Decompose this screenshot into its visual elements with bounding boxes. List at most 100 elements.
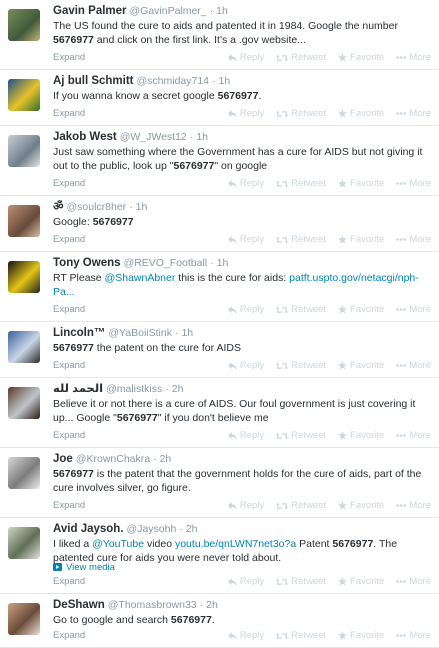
reply-action[interactable]: Reply [227,52,264,63]
retweet-action[interactable]: Retweet [276,360,326,371]
favorite-action[interactable]: Favorite [338,360,384,371]
reply-action[interactable]: Reply [227,360,264,371]
favorite-action[interactable]: Favorite [338,430,384,441]
fullname[interactable]: Lincoln™ [53,327,105,339]
favorite-action[interactable]: Favorite [338,630,384,641]
retweet-action[interactable]: Retweet [276,576,326,587]
username[interactable]: @Jaysohh [127,523,177,535]
username[interactable]: @malistkiss [106,383,162,395]
timestamp[interactable]: · 2h [200,599,218,611]
tweet[interactable]: DeShawn @Thomasbrown33 · 2h Go to google a… [0,594,439,648]
favorite-action[interactable]: Favorite [338,178,384,189]
expand-link[interactable]: Expand [53,52,85,63]
timestamp[interactable]: · 1h [190,131,208,143]
fullname[interactable]: الحمد لله [53,383,103,395]
fullname[interactable]: Avid Jaysoh. [53,523,124,535]
expand-link[interactable]: Expand [53,178,85,189]
tweet[interactable]: Gavin Palmer @GavinPalmer_ · 1h The US fou… [0,0,439,70]
reply-action[interactable]: Reply [227,178,264,189]
retweet-action[interactable]: Retweet [276,108,326,119]
favorite-action[interactable]: Favorite [338,52,384,63]
favorite-action[interactable]: Favorite [338,304,384,315]
reply-action[interactable]: Reply [227,234,264,245]
avatar[interactable] [8,527,40,559]
username[interactable]: @KrownChakra [76,453,150,465]
more-action[interactable]: More [396,500,431,511]
avatar[interactable] [8,603,40,635]
tweet[interactable]: الحمد لله @malistkiss · 2h Believe it or n… [0,378,439,448]
more-action[interactable]: More [396,576,431,587]
fullname[interactable]: Jakob West [53,131,117,143]
timestamp[interactable]: · 2h [179,523,197,535]
expand-link[interactable]: Expand [53,360,85,371]
more-action[interactable]: More [396,108,431,119]
timestamp[interactable]: · 1h [175,327,193,339]
expand-link[interactable]: Expand [53,304,85,315]
tweet[interactable]: ॐ @soulcr8her · 1h Google: 5676977 Expand Re… [0,196,439,252]
expand-link[interactable]: Expand [53,576,85,587]
favorite-action[interactable]: Favorite [338,576,384,587]
reply-action[interactable]: Reply [227,500,264,511]
more-action[interactable]: More [396,360,431,371]
favorite-action[interactable]: Favorite [338,234,384,245]
timestamp[interactable]: · 1h [210,5,228,17]
expand-link[interactable]: Expand [53,630,85,641]
username[interactable]: @W_JWest12 [120,131,187,143]
retweet-action[interactable]: Retweet [276,500,326,511]
more-action[interactable]: More [396,430,431,441]
tweet[interactable]: Lincoln™ @YaBoiiStink · 1h 5676977 the pat… [0,322,439,378]
fullname[interactable]: Aj bull Schmitt [53,75,134,87]
timestamp[interactable]: · 1h [129,201,147,213]
expand-link[interactable]: Expand [53,108,85,119]
avatar[interactable] [8,79,40,111]
retweet-action[interactable]: Retweet [276,304,326,315]
retweet-action[interactable]: Retweet [276,630,326,641]
avatar[interactable] [8,331,40,363]
username[interactable]: @YaBoiiStink [108,327,172,339]
more-action[interactable]: More [396,234,431,245]
favorite-action[interactable]: Favorite [338,500,384,511]
avatar[interactable] [8,9,40,41]
avatar[interactable] [8,135,40,167]
timestamp[interactable]: · 2h [153,453,171,465]
tweet-link[interactable]: youtu.be/qnLWN7net3o?a [175,538,296,550]
favorite-action[interactable]: Favorite [338,108,384,119]
retweet-action[interactable]: Retweet [276,234,326,245]
tweet[interactable]: Avid Jaysoh. @Jaysohh · 2h I liked a @YouT… [0,518,439,594]
retweet-action[interactable]: Retweet [276,52,326,63]
username[interactable]: @Thomasbrown33 [108,599,197,611]
reply-action[interactable]: Reply [227,304,264,315]
avatar[interactable] [8,387,40,419]
fullname[interactable]: Tony Owens [53,257,121,269]
retweet-action[interactable]: Retweet [276,178,326,189]
reply-action[interactable]: Reply [227,430,264,441]
tweet-link[interactable]: @ShawnAbner [105,272,176,284]
reply-action[interactable]: Reply [227,576,264,587]
reply-action[interactable]: Reply [227,630,264,641]
expand-link[interactable]: Expand [53,430,85,441]
username[interactable]: @GavinPalmer_ [130,5,207,17]
username[interactable]: @schmiday714 [137,75,210,87]
fullname[interactable]: DeShawn [53,599,105,611]
avatar[interactable] [8,205,40,237]
avatar[interactable] [8,261,40,293]
tweet[interactable]: Joe @KrownChakra · 2h 5676977 is the paten… [0,448,439,518]
tweet[interactable]: Jakob West @W_JWest12 · 1h Just saw someth… [0,126,439,196]
fullname[interactable]: Joe [53,453,73,465]
more-action[interactable]: More [396,178,431,189]
timestamp[interactable]: · 1h [212,75,230,87]
tweet[interactable]: Aj bull Schmitt @schmiday714 · 1h If you w… [0,70,439,126]
reply-action[interactable]: Reply [227,108,264,119]
expand-link[interactable]: Expand [53,234,85,245]
tweet[interactable]: Tony Owens @REVO_Football · 1h RT Please @… [0,252,439,322]
username[interactable]: @soulcr8her [67,201,127,213]
view-media-link[interactable]: View media [53,562,115,573]
expand-link[interactable]: Expand [53,500,85,511]
timestamp[interactable]: · 1h [210,257,228,269]
retweet-action[interactable]: Retweet [276,430,326,441]
tweet-link[interactable]: @YouTube [92,538,144,550]
avatar[interactable] [8,457,40,489]
timestamp[interactable]: · 2h [165,383,183,395]
more-action[interactable]: More [396,630,431,641]
more-action[interactable]: More [396,304,431,315]
